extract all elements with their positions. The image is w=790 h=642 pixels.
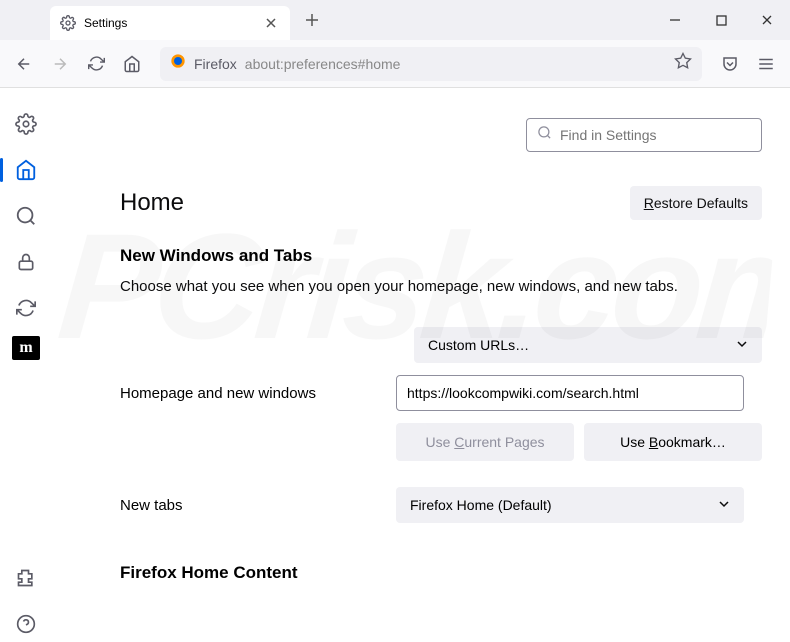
chevron-down-icon xyxy=(718,497,730,513)
chevron-down-icon xyxy=(736,337,748,353)
url-text: about:preferences#home xyxy=(245,56,401,72)
browser-toolbar: Firefox about:preferences#home xyxy=(0,40,790,88)
reload-button[interactable] xyxy=(80,48,112,80)
settings-search-box[interactable] xyxy=(526,118,762,152)
sidebar-home[interactable] xyxy=(8,152,44,188)
section-new-windows-title: New Windows and Tabs xyxy=(120,246,762,266)
bookmark-star-icon[interactable] xyxy=(674,52,692,75)
tab-label: Settings xyxy=(84,16,254,30)
sidebar-help[interactable] xyxy=(8,606,44,642)
section-new-windows-desc: Choose what you see when you open your h… xyxy=(120,276,762,297)
use-bookmark-button[interactable]: Use Bookmark… xyxy=(584,423,762,461)
homepage-label: Homepage and new windows xyxy=(120,385,396,402)
newtabs-label: New tabs xyxy=(120,497,396,514)
close-window-button[interactable] xyxy=(744,0,790,40)
settings-sidebar: m xyxy=(0,88,52,642)
menu-button[interactable] xyxy=(750,48,782,80)
newtabs-value: Firefox Home (Default) xyxy=(410,497,552,513)
newtabs-select[interactable]: Firefox Home (Default) xyxy=(396,487,744,523)
page-title: Home xyxy=(120,189,184,217)
gear-icon xyxy=(60,15,76,31)
address-bar[interactable]: Firefox about:preferences#home xyxy=(160,47,702,81)
titlebar: Settings xyxy=(0,0,790,40)
close-icon[interactable] xyxy=(262,14,280,32)
forward-button[interactable] xyxy=(44,48,76,80)
sidebar-mozilla[interactable]: m xyxy=(12,336,40,360)
homepage-mode-value: Custom URLs… xyxy=(428,337,529,353)
section-firefox-home-title: Firefox Home Content xyxy=(120,563,762,583)
homepage-mode-select[interactable]: Custom URLs… xyxy=(414,327,762,363)
settings-main: Home Restore Defaults New Windows and Ta… xyxy=(52,88,790,642)
browser-tab[interactable]: Settings xyxy=(50,6,290,40)
firefox-logo-icon xyxy=(170,53,186,74)
sidebar-privacy[interactable] xyxy=(8,244,44,280)
home-button[interactable] xyxy=(116,48,148,80)
sidebar-sync[interactable] xyxy=(8,290,44,326)
search-icon xyxy=(537,125,552,145)
back-button[interactable] xyxy=(8,48,40,80)
sidebar-search[interactable] xyxy=(8,198,44,234)
maximize-button[interactable] xyxy=(698,0,744,40)
minimize-button[interactable] xyxy=(652,0,698,40)
url-brand: Firefox xyxy=(194,56,237,72)
sidebar-extensions[interactable] xyxy=(8,560,44,596)
pocket-button[interactable] xyxy=(714,48,746,80)
use-current-pages-button[interactable]: Use Current Pages xyxy=(396,423,574,461)
homepage-url-input[interactable] xyxy=(396,375,744,411)
settings-search-input[interactable] xyxy=(560,127,751,143)
new-tab-button[interactable] xyxy=(298,6,326,34)
sidebar-general[interactable] xyxy=(8,106,44,142)
restore-defaults-button[interactable]: Restore Defaults xyxy=(630,186,762,220)
